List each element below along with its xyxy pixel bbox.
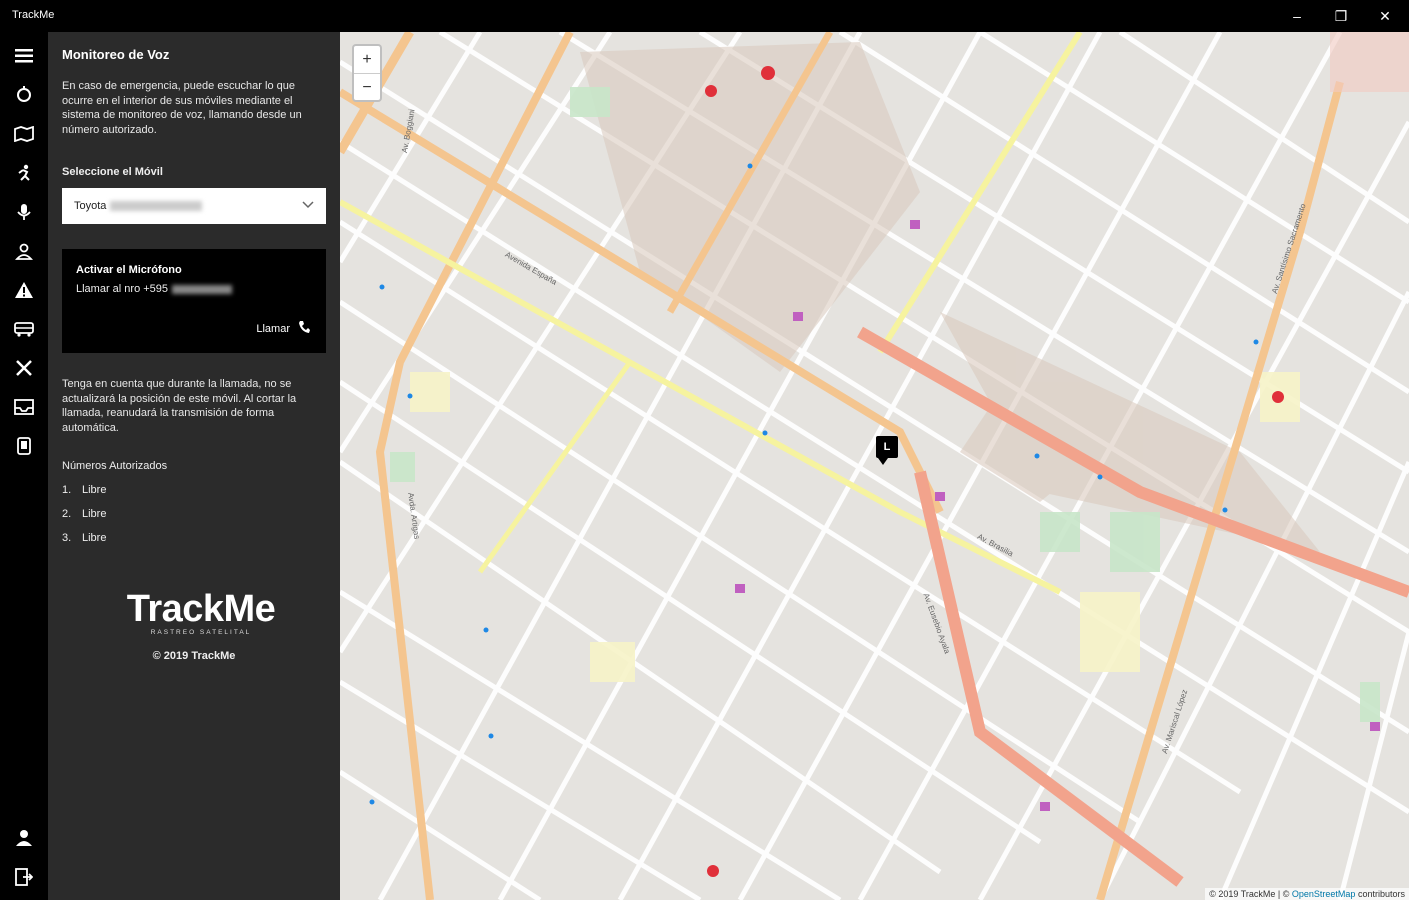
- panel-description: En caso de emergencia, puede escuchar lo…: [62, 80, 302, 136]
- target-icon[interactable]: [12, 83, 36, 107]
- minimize-button[interactable]: –: [1280, 4, 1314, 28]
- authorized-number-item: 3. Libre: [62, 532, 107, 544]
- phone-icon: [298, 320, 310, 337]
- redacted-plate: [110, 201, 203, 212]
- vehicle-select[interactable]: Toyota: [62, 188, 326, 224]
- call-note: Tenga en cuenta que durante la llamada, …: [62, 378, 297, 434]
- window-title: TrackMe: [12, 9, 55, 21]
- vehicle-select-value: Toyota: [74, 200, 107, 212]
- logo-name: TrackMe: [126, 588, 276, 630]
- call-button[interactable]: Llamar: [256, 320, 310, 337]
- chevron-down-icon: [302, 200, 314, 212]
- voice-monitor-panel: Monitoreo de Voz En caso de emergencia, …: [48, 32, 340, 900]
- account-icon[interactable]: [12, 826, 36, 850]
- map-icon[interactable]: [12, 122, 36, 146]
- redacted-number: [172, 284, 233, 294]
- logout-icon[interactable]: [12, 865, 36, 889]
- microphone-card: Activar el Micrófono Llamar al nro +595 …: [62, 249, 326, 353]
- authorized-number-item: 2. Libre: [62, 508, 107, 520]
- microphone-card-title: Activar el Micrófono: [76, 264, 182, 276]
- vehicle-marker[interactable]: L: [876, 436, 898, 465]
- call-button-label: Llamar: [256, 322, 290, 335]
- close-button[interactable]: ✕: [1368, 4, 1402, 28]
- bus-icon[interactable]: [12, 317, 36, 341]
- zoom-in-button[interactable]: +: [354, 46, 380, 73]
- tools-icon[interactable]: [12, 356, 36, 380]
- osm-link[interactable]: OpenStreetMap: [1292, 889, 1356, 899]
- copyright: © 2019 TrackMe: [152, 650, 236, 662]
- map-tiles: [340, 32, 1409, 900]
- microphone-icon[interactable]: [12, 200, 36, 224]
- nav-rail: [0, 32, 48, 900]
- inbox-icon[interactable]: [12, 395, 36, 419]
- run-icon[interactable]: [12, 161, 36, 185]
- map-attribution: © 2019 TrackMe | © OpenStreetMap contrib…: [1205, 888, 1409, 900]
- menu-icon[interactable]: [12, 44, 36, 68]
- title-bar: TrackMe – ❐ ✕: [0, 0, 1409, 32]
- zoom-out-button[interactable]: −: [354, 73, 380, 101]
- panel-heading: Monitoreo de Voz: [62, 47, 170, 62]
- user-pin-icon[interactable]: [12, 239, 36, 263]
- phone-device-icon[interactable]: [12, 434, 36, 458]
- authorized-number-item: 1. Libre: [62, 484, 107, 496]
- microphone-card-number: Llamar al nro +595: [76, 283, 233, 295]
- maximize-button[interactable]: ❐: [1324, 4, 1358, 28]
- vehicle-select-label: Seleccione el Móvil: [62, 166, 163, 178]
- map-view[interactable]: Avenida España Avda. Artigas Av. Boggian…: [340, 32, 1409, 900]
- warning-icon[interactable]: [12, 278, 36, 302]
- trackme-logo: TrackMe RASTREO SATELITAL: [106, 588, 296, 636]
- zoom-control: + −: [352, 44, 382, 102]
- authorized-numbers-label: Números Autorizados: [62, 460, 168, 472]
